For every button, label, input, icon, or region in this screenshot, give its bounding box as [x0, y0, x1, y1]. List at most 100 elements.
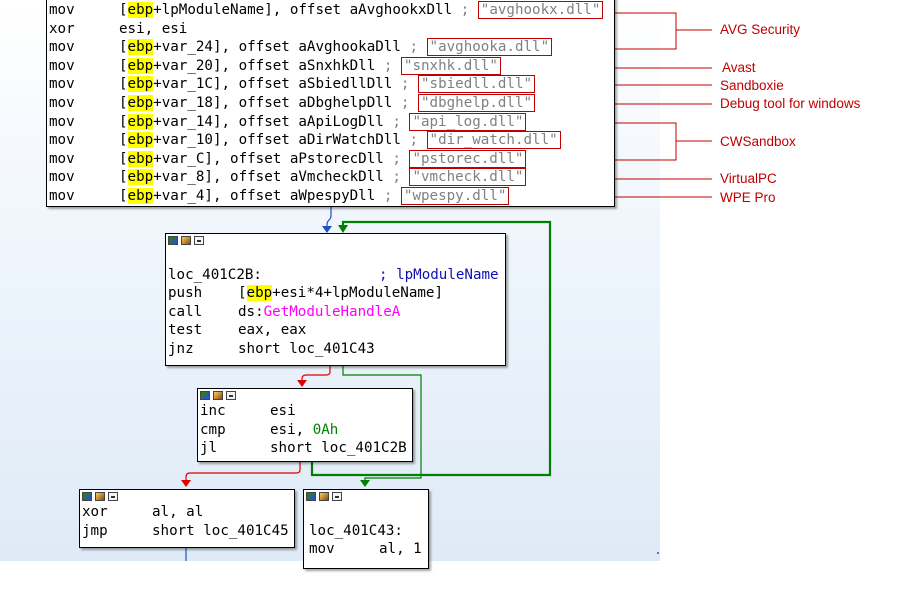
code-line[interactable]: jmp short loc_401C45 — [80, 522, 294, 541]
inc-code-block[interactable]: inc esi cmp esi, 0Ah jl short loc_401C2B — [197, 388, 413, 462]
code-line[interactable]: mov [ebp+lpModuleName], offset aAvghookx… — [47, 1, 614, 20]
register-highlight: ebp — [127, 76, 154, 93]
edge-top-to-loop — [322, 207, 332, 233]
register-highlight: ebp — [127, 2, 154, 18]
block-header — [198, 389, 412, 402]
mnemonic: mov — [49, 187, 75, 204]
operand: [ebp+var_24], offset aAvghookaDll ; "avg… — [119, 38, 553, 57]
edit-icon[interactable] — [95, 492, 105, 501]
register-highlight: ebp — [127, 39, 154, 56]
mnemonic: mov — [309, 541, 335, 558]
operand: [ebp+var_8], offset aVmcheckDll ; "vmche… — [119, 168, 527, 187]
graph-color-icon[interactable] — [168, 236, 178, 245]
annotation-sandboxie: Sandboxie — [720, 78, 784, 93]
edit-icon[interactable] — [319, 492, 329, 501]
register-highlight: ebp — [127, 94, 154, 111]
annotation-cwsandbox: CWSandbox — [720, 134, 796, 149]
comment: ; — [400, 76, 410, 93]
operand: [ebp+var_C], offset aPstorecDll ; "pstor… — [119, 149, 527, 169]
operand-text: +var_1C], offset aSbiedllDll — [153, 76, 393, 93]
xor-code-block[interactable]: xor al, al jmp short loc_401C45 — [79, 489, 295, 548]
operand: [ebp+var_20], offset aSnxhkDll ; "snxhk.… — [119, 56, 501, 76]
jump-target[interactable]: short loc_401C2B — [270, 439, 407, 458]
code-line[interactable]: cmp esi, 0Ah — [198, 421, 412, 440]
string-literal: "wpespy.dll" — [400, 186, 510, 205]
code-line[interactable]: jl short loc_401C2B — [198, 439, 412, 458]
mnemonic: mov — [49, 57, 75, 74]
operand-text: +var_C], offset aPstorecDll — [153, 150, 384, 167]
code-line[interactable]: mov [ebp+var_14], offset aApiLogDll ; "a… — [47, 112, 614, 132]
operand: [ebp+lpModuleName], offset aAvghookxDll … — [119, 1, 604, 20]
operand-text: +var_8], offset aVmcheckDll — [153, 169, 384, 186]
operand-text: +var_20], offset aSnxhkDll — [153, 57, 376, 74]
annotation-wpe-pro: WPE Pro — [720, 190, 776, 205]
operand: [ebp+var_1C], offset aSbiedllDll ; "sbie… — [119, 75, 536, 94]
found-code-block[interactable]: loc_401C43: mov al, 1 — [303, 489, 429, 569]
code-label[interactable]: loc_401C43: — [309, 522, 403, 541]
code-line[interactable]: mov [ebp+var_4], offset aWpespyDll ; "wp… — [47, 186, 614, 206]
annotation-avast: Avast — [722, 60, 756, 75]
loop-code-block[interactable]: loc_401C2B: ; lpModuleName push [ebp+esi… — [165, 233, 506, 366]
operand-text: +lpModuleName], offset aAvghookxDll — [153, 2, 453, 18]
operand-text: +var_14], offset aApiLogDll — [153, 113, 384, 130]
code-label[interactable]: loc_401C2B: — [168, 266, 262, 285]
mnemonic: mov — [49, 94, 75, 111]
operand: esi, 0Ah — [270, 421, 339, 438]
graph-color-icon[interactable] — [200, 391, 210, 400]
operand: eax, eax — [238, 322, 307, 339]
code-line[interactable]: inc esi — [198, 402, 412, 421]
register-highlight: ebp — [127, 57, 154, 74]
register-highlight: ebp — [127, 132, 154, 149]
jump-target[interactable]: short loc_401C45 — [152, 522, 289, 541]
edit-icon[interactable] — [213, 391, 223, 400]
group-icon[interactable] — [194, 236, 204, 245]
code-line[interactable]: loc_401C2B: ; lpModuleName — [166, 266, 505, 285]
mnemonic: xor — [49, 20, 75, 37]
code-line[interactable]: push [ebp+esi*4+lpModuleName] — [166, 284, 505, 303]
immediate-value: 0Ah — [312, 421, 339, 438]
code-line[interactable]: mov [ebp+var_8], offset aVmcheckDll ; "v… — [47, 168, 614, 187]
group-icon[interactable] — [226, 391, 236, 400]
mnemonic: call — [168, 303, 203, 320]
code-line[interactable]: xor al, al — [80, 503, 294, 522]
mnemonic: jmp — [82, 522, 108, 539]
code-line[interactable]: mov al, 1 — [304, 540, 428, 559]
api-name[interactable]: GetModuleHandleA — [264, 304, 401, 320]
code-line[interactable]: mov [ebp+var_C], offset aPstorecDll ; "p… — [47, 149, 614, 169]
operand: al, 1 — [379, 541, 422, 558]
mnemonic: jnz — [168, 340, 194, 357]
block-header — [166, 234, 505, 247]
comment: ; — [460, 2, 470, 18]
register-highlight: ebp — [127, 169, 154, 186]
code-line[interactable]: mov [ebp+var_1C], offset aSbiedllDll ; "… — [47, 75, 614, 94]
code-line[interactable]: mov [ebp+var_24], offset aAvghookaDll ; … — [47, 38, 614, 57]
code-line[interactable]: mov [ebp+var_10], offset aDirWatchDll ; … — [47, 131, 614, 150]
register-highlight: ebp — [127, 187, 154, 204]
mnemonic: mov — [49, 169, 75, 186]
code-line[interactable]: loc_401C43: — [304, 522, 428, 541]
code-line[interactable]: xor esi, esi — [47, 20, 614, 39]
string-literal: "pstorec.dll" — [409, 149, 527, 168]
comment: ; lpModuleName — [379, 266, 499, 283]
mnemonic: push — [168, 285, 203, 302]
top-code-block[interactable]: mov [ebp+lpModuleName], offset aAvghookx… — [46, 0, 615, 207]
string-literal: "snxhk.dll" — [400, 56, 501, 75]
group-icon[interactable] — [108, 492, 118, 501]
mnemonic: mov — [49, 150, 75, 167]
comment: ; — [383, 57, 393, 74]
jump-target[interactable]: short loc_401C43 — [238, 340, 375, 359]
code-line[interactable]: jnz short loc_401C43 — [166, 340, 505, 359]
graph-color-icon[interactable] — [82, 492, 92, 501]
code-line[interactable]: mov [ebp+var_20], offset aSnxhkDll ; "sn… — [47, 56, 614, 76]
code-line[interactable]: test eax, eax — [166, 321, 505, 340]
code-line[interactable]: call ds:GetModuleHandleA — [166, 303, 505, 322]
comment: ; — [392, 113, 401, 130]
block-header — [80, 490, 294, 503]
edit-icon[interactable] — [181, 236, 191, 245]
operand-text: +var_18], offset aDbghelpDll — [153, 94, 393, 111]
code-line[interactable]: mov [ebp+var_18], offset aDbghelpDll ; "… — [47, 93, 614, 113]
group-icon[interactable] — [332, 492, 342, 501]
graph-color-icon[interactable] — [306, 492, 316, 501]
